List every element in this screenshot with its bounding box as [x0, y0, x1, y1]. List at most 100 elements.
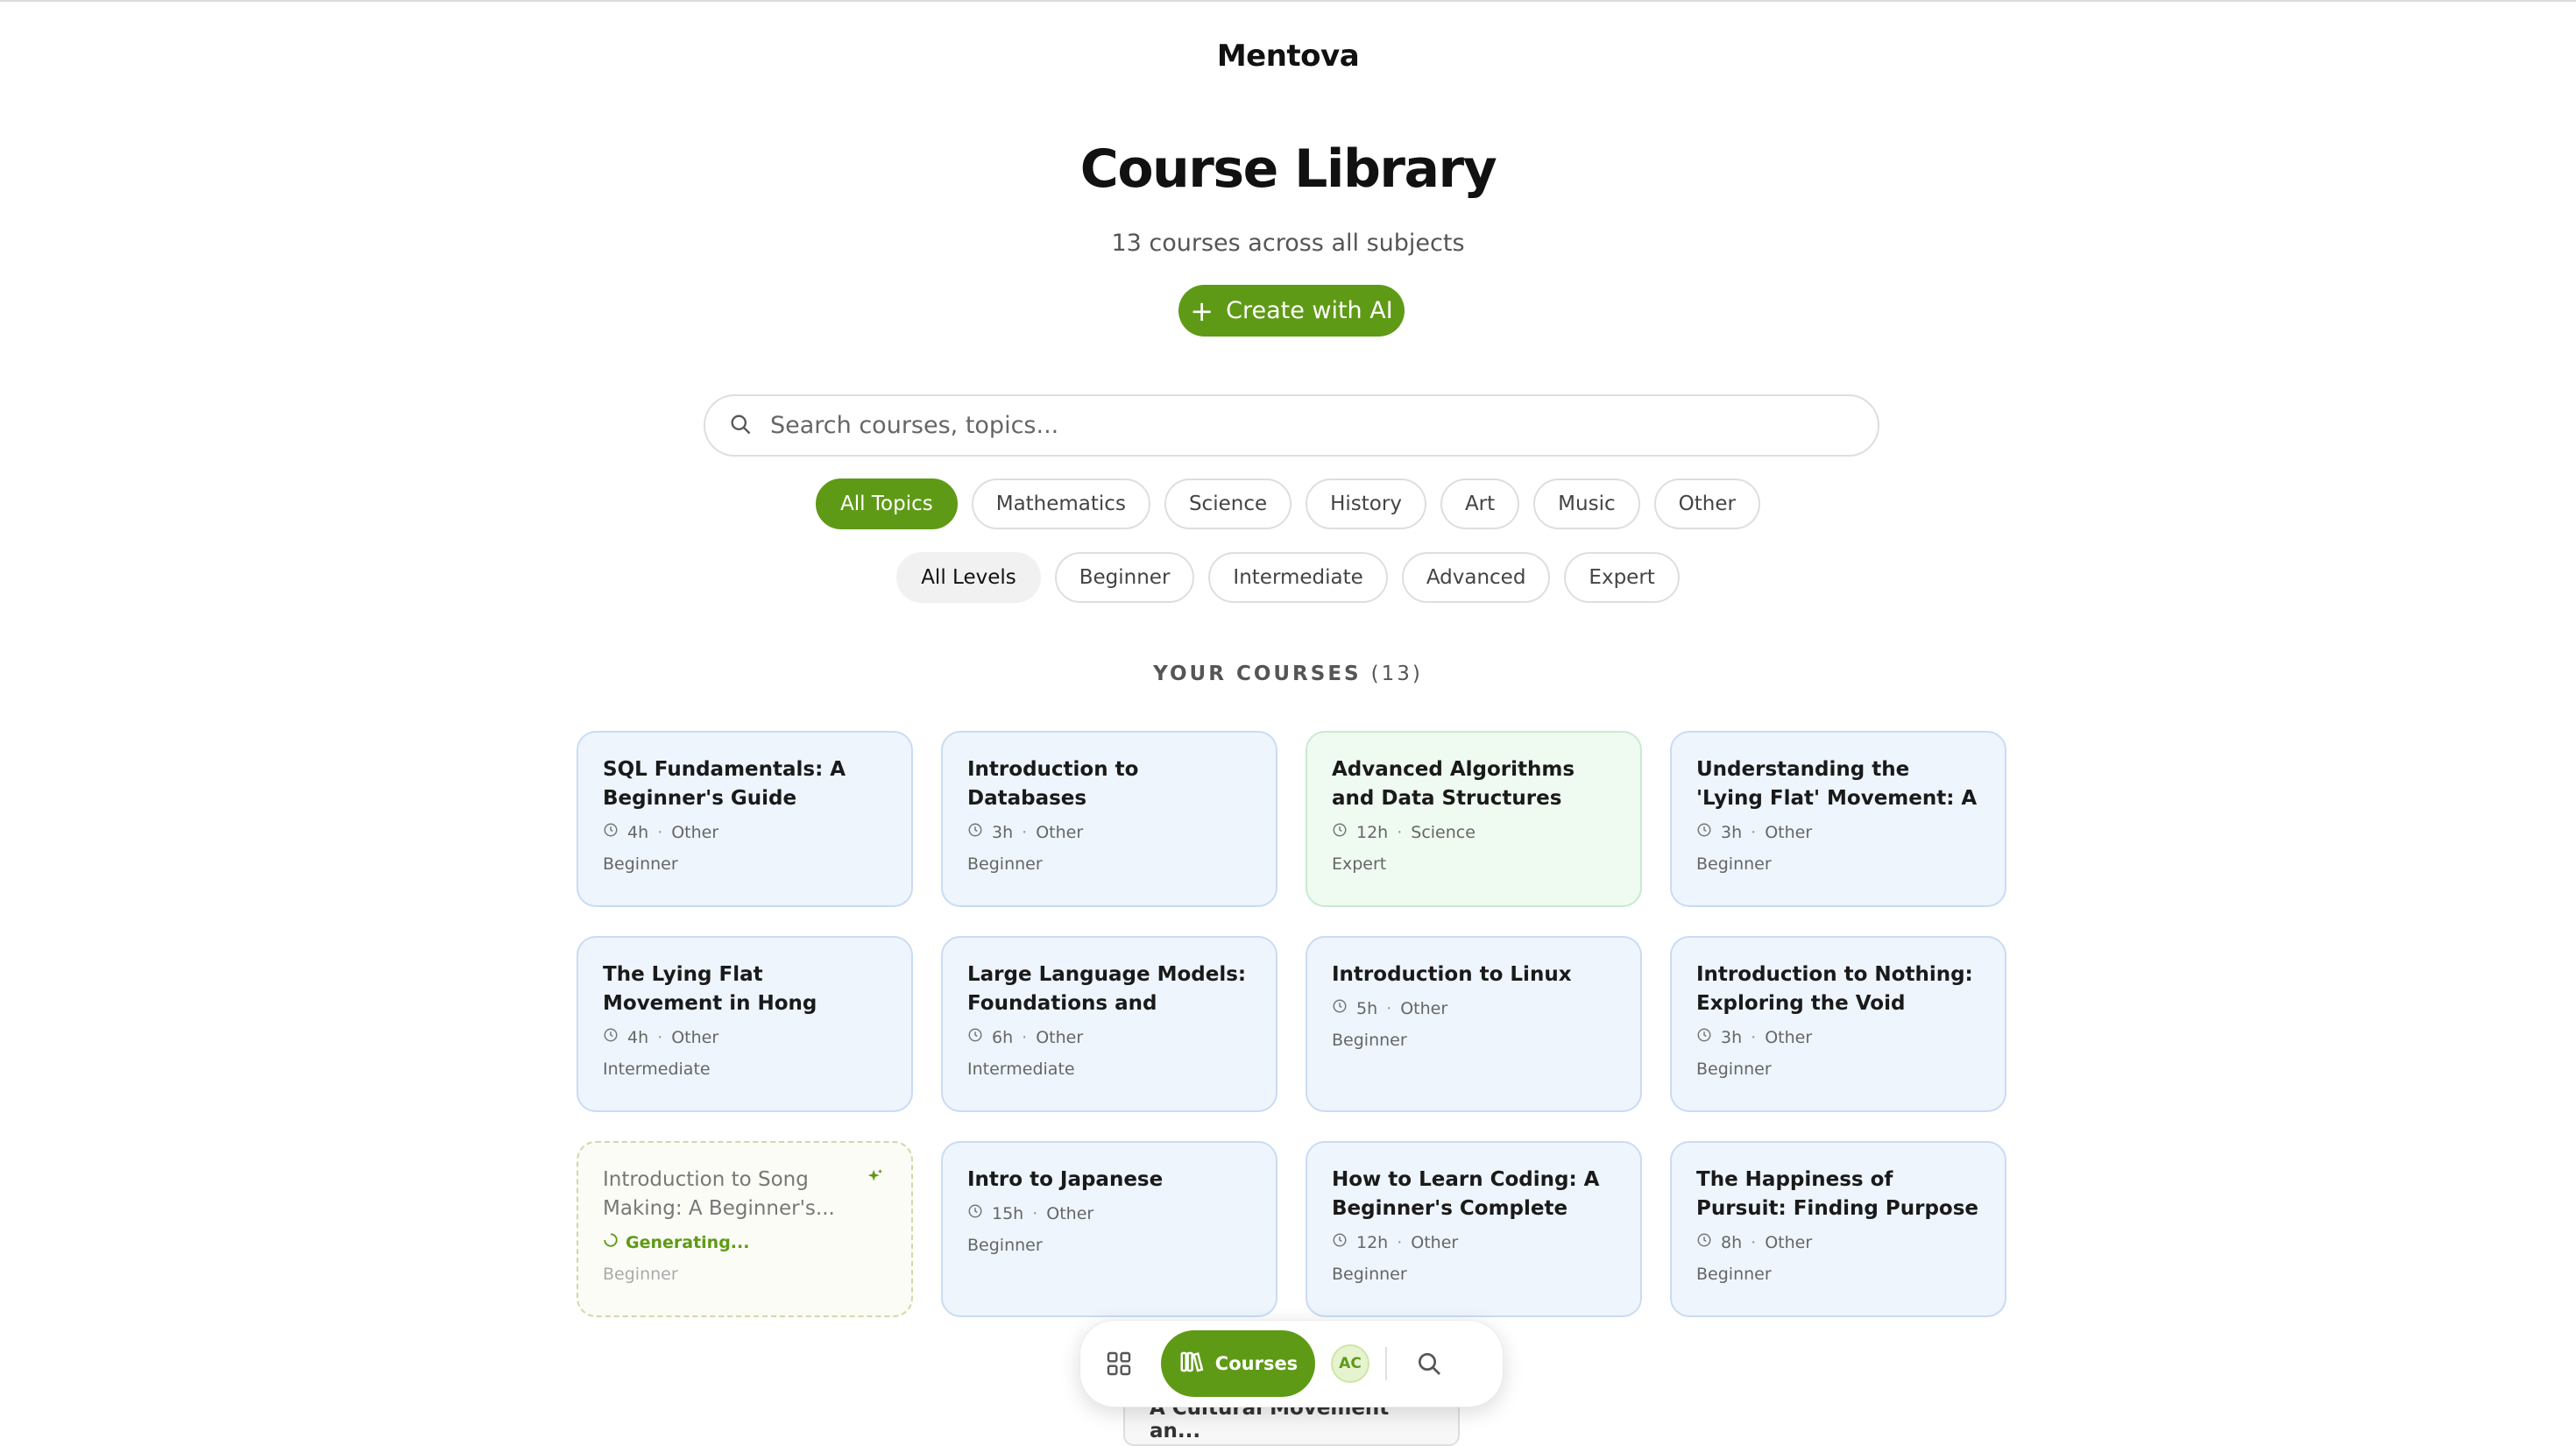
- course-card[interactable]: Introduction to Nothing: Exploring the V…: [1670, 936, 2006, 1112]
- clock-icon: [1332, 822, 1348, 842]
- course-duration: 3h: [1721, 822, 1743, 842]
- course-duration: 3h: [992, 822, 1014, 842]
- topic-chip-music[interactable]: Music: [1533, 478, 1640, 529]
- course-card[interactable]: Introduction to Databases 3h · Other Beg…: [941, 731, 1277, 907]
- level-filters: All Levels Beginner Intermediate Advance…: [0, 552, 2576, 603]
- course-meta: 4h · Other: [603, 822, 887, 842]
- course-level: Intermediate: [603, 1060, 711, 1079]
- course-duration: 5h: [1356, 998, 1378, 1018]
- course-meta: 3h · Other: [967, 822, 1251, 842]
- course-category: Other: [1411, 1232, 1459, 1252]
- course-duration: 6h: [992, 1027, 1014, 1047]
- generating-label: Generating...: [626, 1232, 750, 1252]
- course-title: Introduction to Linux: [1332, 963, 1572, 986]
- course-duration: 4h: [627, 1027, 649, 1047]
- course-meta: 4h · Other: [603, 1027, 887, 1047]
- meta-separator: ·: [1751, 822, 1757, 842]
- meta-separator: ·: [1751, 1027, 1757, 1047]
- course-level: Expert: [1332, 854, 1387, 874]
- course-card[interactable]: Large Language Models: Foundations and A…: [941, 936, 1277, 1112]
- course-title: SQL Fundamentals: A Beginner's Guide: [603, 758, 846, 810]
- course-card-generating[interactable]: Introduction to Song Making: A Beginner'…: [577, 1141, 913, 1317]
- avatar[interactable]: AC: [1331, 1344, 1369, 1383]
- meta-separator: ·: [1397, 822, 1403, 842]
- create-with-ai-label: Create with AI: [1226, 297, 1393, 324]
- course-level: Beginner: [967, 1236, 1043, 1255]
- section-heading-label: YOUR COURSES: [1153, 663, 1362, 685]
- course-title: Understanding the 'Lying Flat' Movement:…: [1696, 758, 1978, 810]
- course-card[interactable]: How to Learn Coding: A Beginner's Comple…: [1306, 1141, 1642, 1317]
- spinner-icon: [603, 1232, 619, 1252]
- course-title: Advanced Algorithms and Data Structures: [1332, 758, 1575, 810]
- course-card[interactable]: Intro to Japanese 15h · Other Beginner: [941, 1141, 1277, 1317]
- course-category: Other: [671, 822, 719, 842]
- topic-chip-all-topics[interactable]: All Topics: [816, 478, 958, 529]
- course-level: Beginner: [967, 854, 1043, 874]
- course-level: Beginner: [1696, 1265, 1772, 1284]
- course-title: Large Language Models: Foundations and A…: [967, 963, 1247, 1015]
- course-meta: 8h · Other: [1696, 1232, 1980, 1252]
- nav-divider: [1385, 1347, 1387, 1380]
- search-icon: [728, 412, 753, 440]
- course-meta: 12h · Other: [1332, 1232, 1616, 1252]
- grid-icon[interactable]: [1093, 1337, 1145, 1390]
- top-border: [0, 0, 2576, 2]
- course-category: Other: [1036, 822, 1084, 842]
- course-meta: 15h · Other: [967, 1203, 1251, 1223]
- level-chip-expert[interactable]: Expert: [1564, 552, 1680, 603]
- course-level: Beginner: [1696, 1060, 1772, 1079]
- topic-chip-other[interactable]: Other: [1653, 478, 1760, 529]
- meta-separator: ·: [1386, 998, 1392, 1018]
- page-title: Course Library: [1079, 138, 1497, 200]
- brand-logo[interactable]: Mentova: [0, 39, 2576, 74]
- topic-chip-art[interactable]: Art: [1440, 478, 1520, 529]
- course-level: Beginner: [603, 854, 678, 874]
- level-chip-advanced[interactable]: Advanced: [1401, 552, 1551, 603]
- course-card[interactable]: Introduction to Linux 5h · Other Beginne…: [1306, 936, 1642, 1112]
- course-card[interactable]: SQL Fundamentals: A Beginner's Guide 4h …: [577, 731, 913, 907]
- course-meta: 5h · Other: [1332, 998, 1616, 1018]
- topic-filters: All Topics Mathematics Science History A…: [0, 478, 2576, 529]
- section-heading-count: (13): [1370, 663, 1423, 685]
- course-duration: 15h: [992, 1203, 1024, 1223]
- sparkle-icon: [866, 1167, 885, 1190]
- course-category: Other: [1046, 1203, 1094, 1223]
- level-chip-beginner[interactable]: Beginner: [1054, 552, 1195, 603]
- course-title: Introduction to Nothing: Exploring the V…: [1696, 963, 1973, 1015]
- meta-separator: ·: [657, 1027, 663, 1047]
- course-duration: 12h: [1356, 822, 1389, 842]
- course-meta: 3h · Other: [1696, 822, 1980, 842]
- search-icon[interactable]: [1403, 1337, 1455, 1390]
- level-chip-all-levels[interactable]: All Levels: [896, 552, 1041, 603]
- course-card[interactable]: The Happiness of Pursuit: Finding Purpos…: [1670, 1141, 2006, 1317]
- clock-icon: [1696, 822, 1712, 842]
- section-heading: YOUR COURSES (13): [0, 663, 2576, 685]
- meta-separator: ·: [1397, 1232, 1403, 1252]
- topic-chip-mathematics[interactable]: Mathematics: [971, 478, 1150, 529]
- course-category: Other: [1036, 1027, 1084, 1047]
- clock-icon: [1332, 1232, 1348, 1252]
- clock-icon: [603, 1027, 619, 1047]
- course-level: Beginner: [1332, 1265, 1407, 1284]
- course-card[interactable]: The Lying Flat Movement in Hong Kong: Fi…: [577, 936, 913, 1112]
- courses-nav-button[interactable]: Courses: [1161, 1330, 1315, 1397]
- generating-status: Generating...: [603, 1232, 887, 1252]
- create-with-ai-button[interactable]: + Create with AI: [1178, 285, 1405, 337]
- level-chip-intermediate[interactable]: Intermediate: [1208, 552, 1388, 603]
- courses-nav-label: Courses: [1214, 1353, 1299, 1374]
- course-duration: 12h: [1356, 1232, 1389, 1252]
- search-bar[interactable]: [704, 394, 1879, 457]
- course-level: Beginner: [603, 1265, 678, 1284]
- course-meta: 12h · Science: [1332, 822, 1616, 842]
- topic-chip-history[interactable]: History: [1306, 478, 1426, 529]
- course-title: Intro to Japanese: [967, 1168, 1164, 1191]
- topic-chip-science[interactable]: Science: [1164, 478, 1292, 529]
- search-input[interactable]: [768, 411, 1823, 440]
- course-category: Other: [1765, 822, 1813, 842]
- course-meta: 3h · Other: [1696, 1027, 1980, 1047]
- clock-icon: [967, 822, 983, 842]
- course-card[interactable]: Understanding the 'Lying Flat' Movement:…: [1670, 731, 2006, 907]
- course-card[interactable]: Advanced Algorithms and Data Structures …: [1306, 731, 1642, 907]
- bottom-nav-bar: Courses AC: [1079, 1320, 1504, 1407]
- clock-icon: [967, 1027, 983, 1047]
